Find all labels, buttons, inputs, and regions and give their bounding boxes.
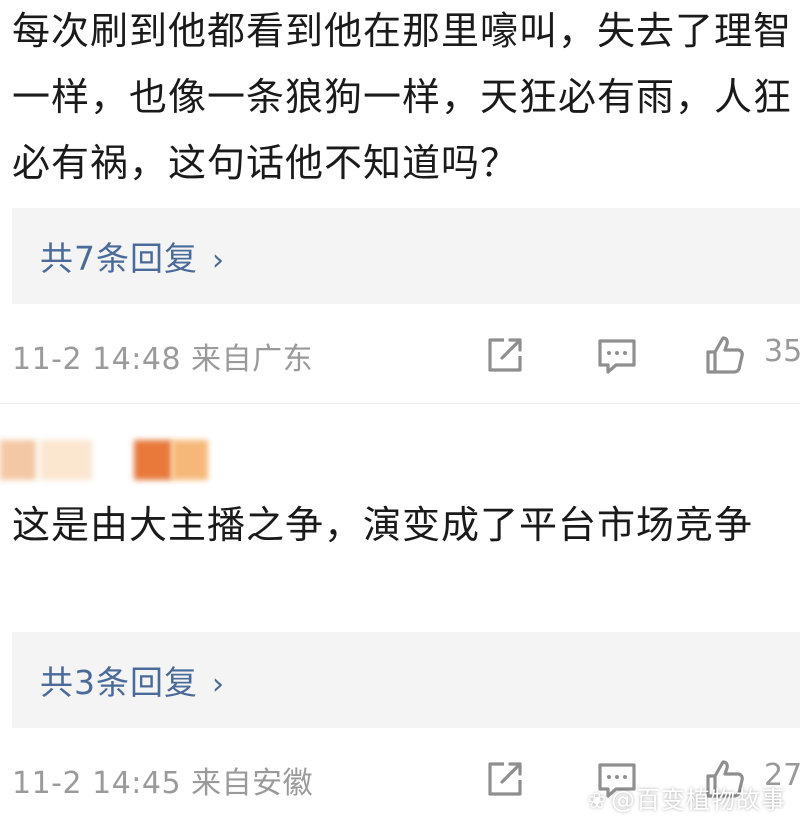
share-icon[interactable] [482,332,528,378]
comment-1-text: 每次刷到他都看到他在那里嚎叫，失去了理智一样，也像一条狼狗一样，天狂必有雨，人狂… [12,9,793,185]
paw-icon: ❀ [587,789,607,814]
comment-2-text: 这是由大主播之争，演变成了平台市场竞争 [12,503,754,547]
thumbs-up-icon[interactable] [702,332,748,378]
like-count-1: 35 [764,334,800,369]
divider [0,403,800,404]
replies-count-text-1: 共7条回复 [40,239,198,278]
chevron-right-icon: › [212,243,225,278]
comment-1-meta: 11-2 14:48 来自广东 35 [12,326,800,386]
blurred-username[interactable] [0,440,220,480]
replies-count-text-2: 共3条回复 [40,663,198,702]
replies-link-1[interactable]: 共7条回复 › [12,208,800,304]
replies-label-1[interactable]: 共7条回复 › [40,232,225,280]
chevron-right-icon: › [212,667,225,702]
replies-label-2[interactable]: 共3条回复 › [40,656,225,704]
share-icon[interactable] [482,756,528,802]
comment-2-time-location: 11-2 14:45 来自安徽 [12,766,314,801]
watermark: ❀ @百变植物故事 [588,780,786,815]
comment-1-time-location: 11-2 14:48 来自广东 [12,342,314,377]
comment-icon[interactable] [594,332,640,378]
watermark-text: @百变植物故事 [611,786,786,814]
replies-link-2[interactable]: 共3条回复 › [12,632,800,728]
